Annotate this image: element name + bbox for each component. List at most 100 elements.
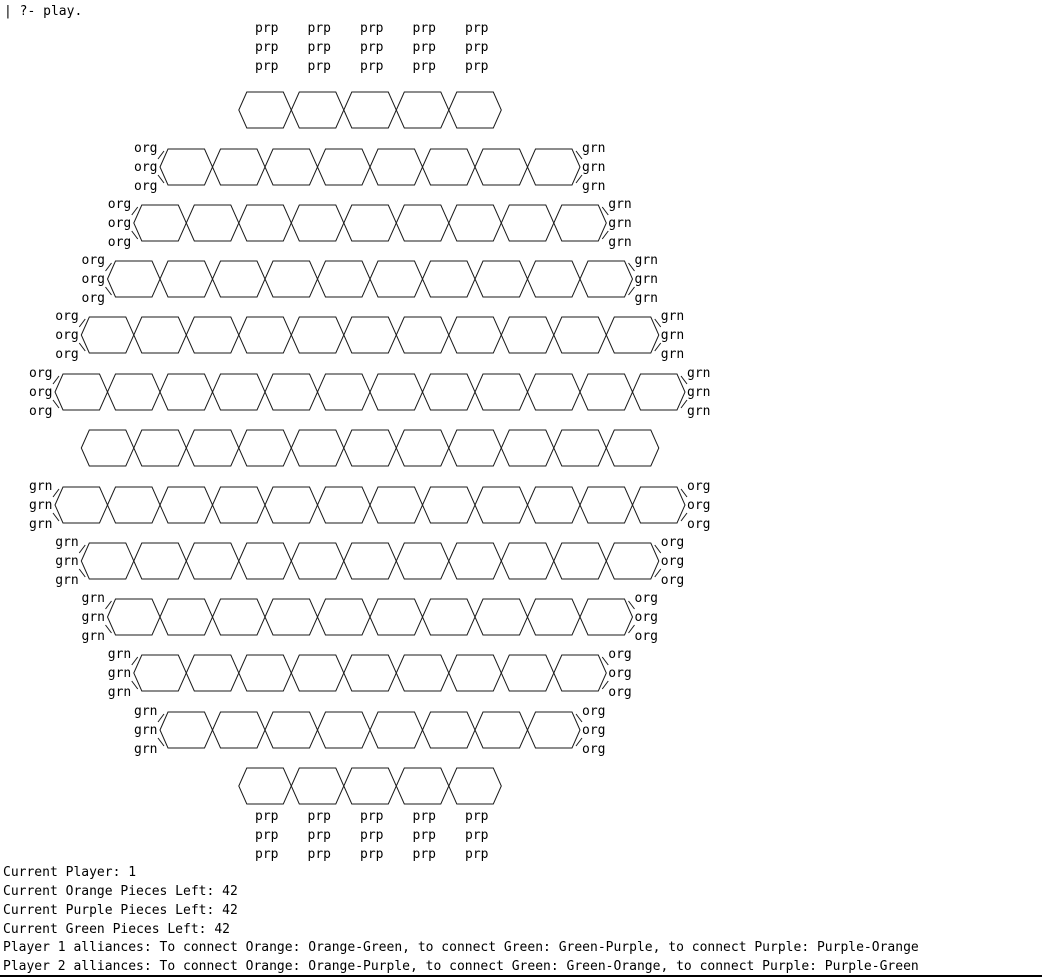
hex-cell[interactable] (631, 486, 686, 524)
hex-cell[interactable] (395, 316, 450, 354)
hex-cell[interactable] (421, 373, 476, 411)
hex-cell[interactable] (159, 598, 214, 636)
hex-cell[interactable] (448, 316, 502, 354)
hex-cell[interactable] (474, 486, 529, 524)
hex-cell[interactable] (579, 598, 634, 636)
hex-cell[interactable] (238, 204, 292, 242)
hex-cell[interactable] (54, 486, 109, 524)
hex-cell[interactable] (316, 373, 371, 411)
hex-cell[interactable] (500, 654, 555, 692)
hex-cell[interactable] (448, 542, 502, 580)
hex-cell[interactable] (526, 260, 581, 298)
hex-cell[interactable] (553, 204, 607, 242)
hex-cell[interactable] (500, 542, 555, 580)
hex-cell[interactable] (369, 373, 424, 411)
hex-cell[interactable] (238, 429, 292, 467)
hex-cell[interactable] (526, 148, 581, 186)
hex-cell[interactable] (159, 486, 214, 524)
hex-cell[interactable] (185, 429, 240, 467)
hex-cell[interactable] (553, 654, 607, 692)
hex-cell[interactable] (185, 204, 240, 242)
hex-cell[interactable] (316, 598, 371, 636)
hex-cell[interactable] (316, 486, 371, 524)
hex-cell[interactable] (500, 204, 555, 242)
hex-cell[interactable] (238, 542, 292, 580)
hex-cell[interactable] (133, 204, 187, 242)
hex-cell[interactable] (106, 260, 161, 298)
hex-cell[interactable] (211, 711, 266, 749)
hex-cell[interactable] (500, 316, 555, 354)
hex-cell[interactable] (448, 654, 502, 692)
hex-cell[interactable] (211, 373, 266, 411)
hex-cell[interactable] (474, 148, 529, 186)
hex-cell[interactable] (159, 373, 214, 411)
hex-cell[interactable] (106, 598, 161, 636)
hex-cell[interactable] (264, 148, 319, 186)
hex-cell[interactable] (579, 373, 634, 411)
hex-cell[interactable] (421, 486, 476, 524)
hex-cell[interactable] (395, 429, 450, 467)
hex-cell[interactable] (526, 598, 581, 636)
hex-cell[interactable] (395, 542, 450, 580)
hex-cell[interactable] (605, 316, 660, 354)
hex-cell[interactable] (238, 767, 292, 805)
hex-cell[interactable] (133, 429, 187, 467)
hex-cell[interactable] (421, 711, 476, 749)
hex-cell[interactable] (211, 598, 266, 636)
hex-cell[interactable] (553, 429, 607, 467)
hex-cell[interactable] (395, 91, 450, 129)
hex-cell[interactable] (290, 542, 345, 580)
hex-cell[interactable] (553, 316, 607, 354)
hex-cell[interactable] (264, 598, 319, 636)
hex-cell[interactable] (238, 316, 292, 354)
hex-cell[interactable] (343, 204, 397, 242)
hex-cell[interactable] (316, 148, 371, 186)
hex-cell[interactable] (343, 542, 397, 580)
hex-cell[interactable] (343, 767, 397, 805)
hex-cell[interactable] (448, 767, 502, 805)
hex-cell[interactable] (80, 316, 135, 354)
hex-cell[interactable] (106, 373, 161, 411)
hex-cell[interactable] (631, 373, 686, 411)
hex-cell[interactable] (526, 373, 581, 411)
hex-cell[interactable] (159, 148, 214, 186)
hex-cell[interactable] (133, 316, 187, 354)
hex-cell[interactable] (133, 542, 187, 580)
hex-cell[interactable] (605, 429, 660, 467)
hex-cell[interactable] (474, 598, 529, 636)
hex-cell[interactable] (290, 91, 345, 129)
hex-cell[interactable] (290, 316, 345, 354)
hex-cell[interactable] (553, 542, 607, 580)
hex-cell[interactable] (421, 148, 476, 186)
hex-cell[interactable] (211, 486, 266, 524)
hex-cell[interactable] (500, 429, 555, 467)
hex-cell[interactable] (421, 260, 476, 298)
hex-cell[interactable] (369, 148, 424, 186)
hex-cell[interactable] (343, 91, 397, 129)
hex-cell[interactable] (264, 373, 319, 411)
hex-cell[interactable] (448, 429, 502, 467)
hex-cell[interactable] (579, 486, 634, 524)
hex-cell[interactable] (211, 260, 266, 298)
hex-cell[interactable] (264, 260, 319, 298)
hex-cell[interactable] (290, 204, 345, 242)
hex-cell[interactable] (159, 260, 214, 298)
hex-cell[interactable] (106, 486, 161, 524)
hex-cell[interactable] (448, 91, 502, 129)
hex-cell[interactable] (264, 486, 319, 524)
hex-cell[interactable] (448, 204, 502, 242)
hex-cell[interactable] (316, 260, 371, 298)
hex-cell[interactable] (474, 260, 529, 298)
hex-cell[interactable] (54, 373, 109, 411)
hex-cell[interactable] (316, 711, 371, 749)
hex-cell[interactable] (369, 486, 424, 524)
hex-cell[interactable] (421, 598, 476, 636)
hex-cell[interactable] (185, 542, 240, 580)
hex-cell[interactable] (474, 373, 529, 411)
hex-cell[interactable] (369, 260, 424, 298)
hex-cell[interactable] (369, 711, 424, 749)
hex-cell[interactable] (185, 316, 240, 354)
hex-cell[interactable] (526, 486, 581, 524)
hex-cell[interactable] (343, 654, 397, 692)
hex-cell[interactable] (605, 542, 660, 580)
